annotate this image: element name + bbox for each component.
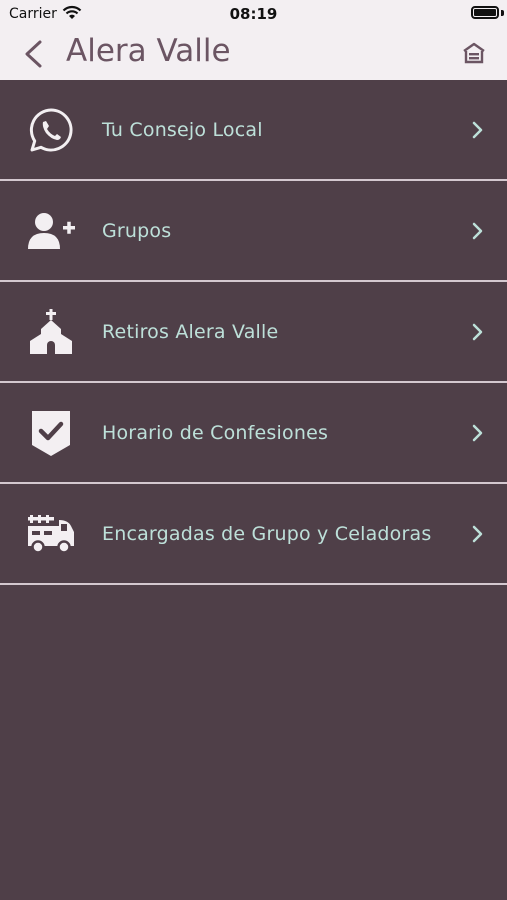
menu-list: Tu Consejo Local Grupos Retiros Alera Va…: [0, 80, 507, 585]
add-user-icon: [25, 205, 77, 257]
chevron-right-icon: [472, 222, 483, 240]
menu-item-label: Encargadas de Grupo y Celadoras: [102, 522, 432, 545]
status-bar: Carrier 08:19: [0, 0, 507, 28]
chevron-left-icon[interactable]: [18, 36, 52, 72]
church-icon: [25, 306, 77, 358]
menu-item-encargadas[interactable]: Encargadas de Grupo y Celadoras: [0, 484, 507, 585]
menu-item-label: Retiros Alera Valle: [102, 320, 279, 343]
chevron-right-icon: [472, 424, 483, 442]
menu-item-retiros[interactable]: Retiros Alera Valle: [0, 282, 507, 383]
menu-item-label: Grupos: [102, 219, 172, 242]
menu-item-grupos[interactable]: Grupos: [0, 181, 507, 282]
menu-item-label: Horario de Confesiones: [102, 421, 329, 444]
menu-item-consejo[interactable]: Tu Consejo Local: [0, 80, 507, 181]
menu-item-confesiones[interactable]: Horario de Confesiones: [0, 383, 507, 484]
chevron-right-icon: [472, 323, 483, 341]
chevron-right-icon: [472, 525, 483, 543]
clock: 08:19: [229, 5, 278, 23]
home-icon[interactable]: [461, 40, 487, 66]
whatsapp-icon: [25, 104, 77, 156]
battery-icon: [471, 6, 499, 19]
chevron-right-icon: [472, 121, 483, 139]
battery-tip: [501, 10, 504, 16]
menu-item-label: Tu Consejo Local: [102, 118, 263, 141]
navigation-bar: Alera Valle: [0, 28, 507, 80]
page-title: Alera Valle: [66, 33, 231, 69]
shield-check-icon: [25, 407, 77, 459]
fire-truck-icon: [25, 508, 77, 560]
top-bar: Carrier 08:19 Alera Valle: [0, 0, 507, 80]
